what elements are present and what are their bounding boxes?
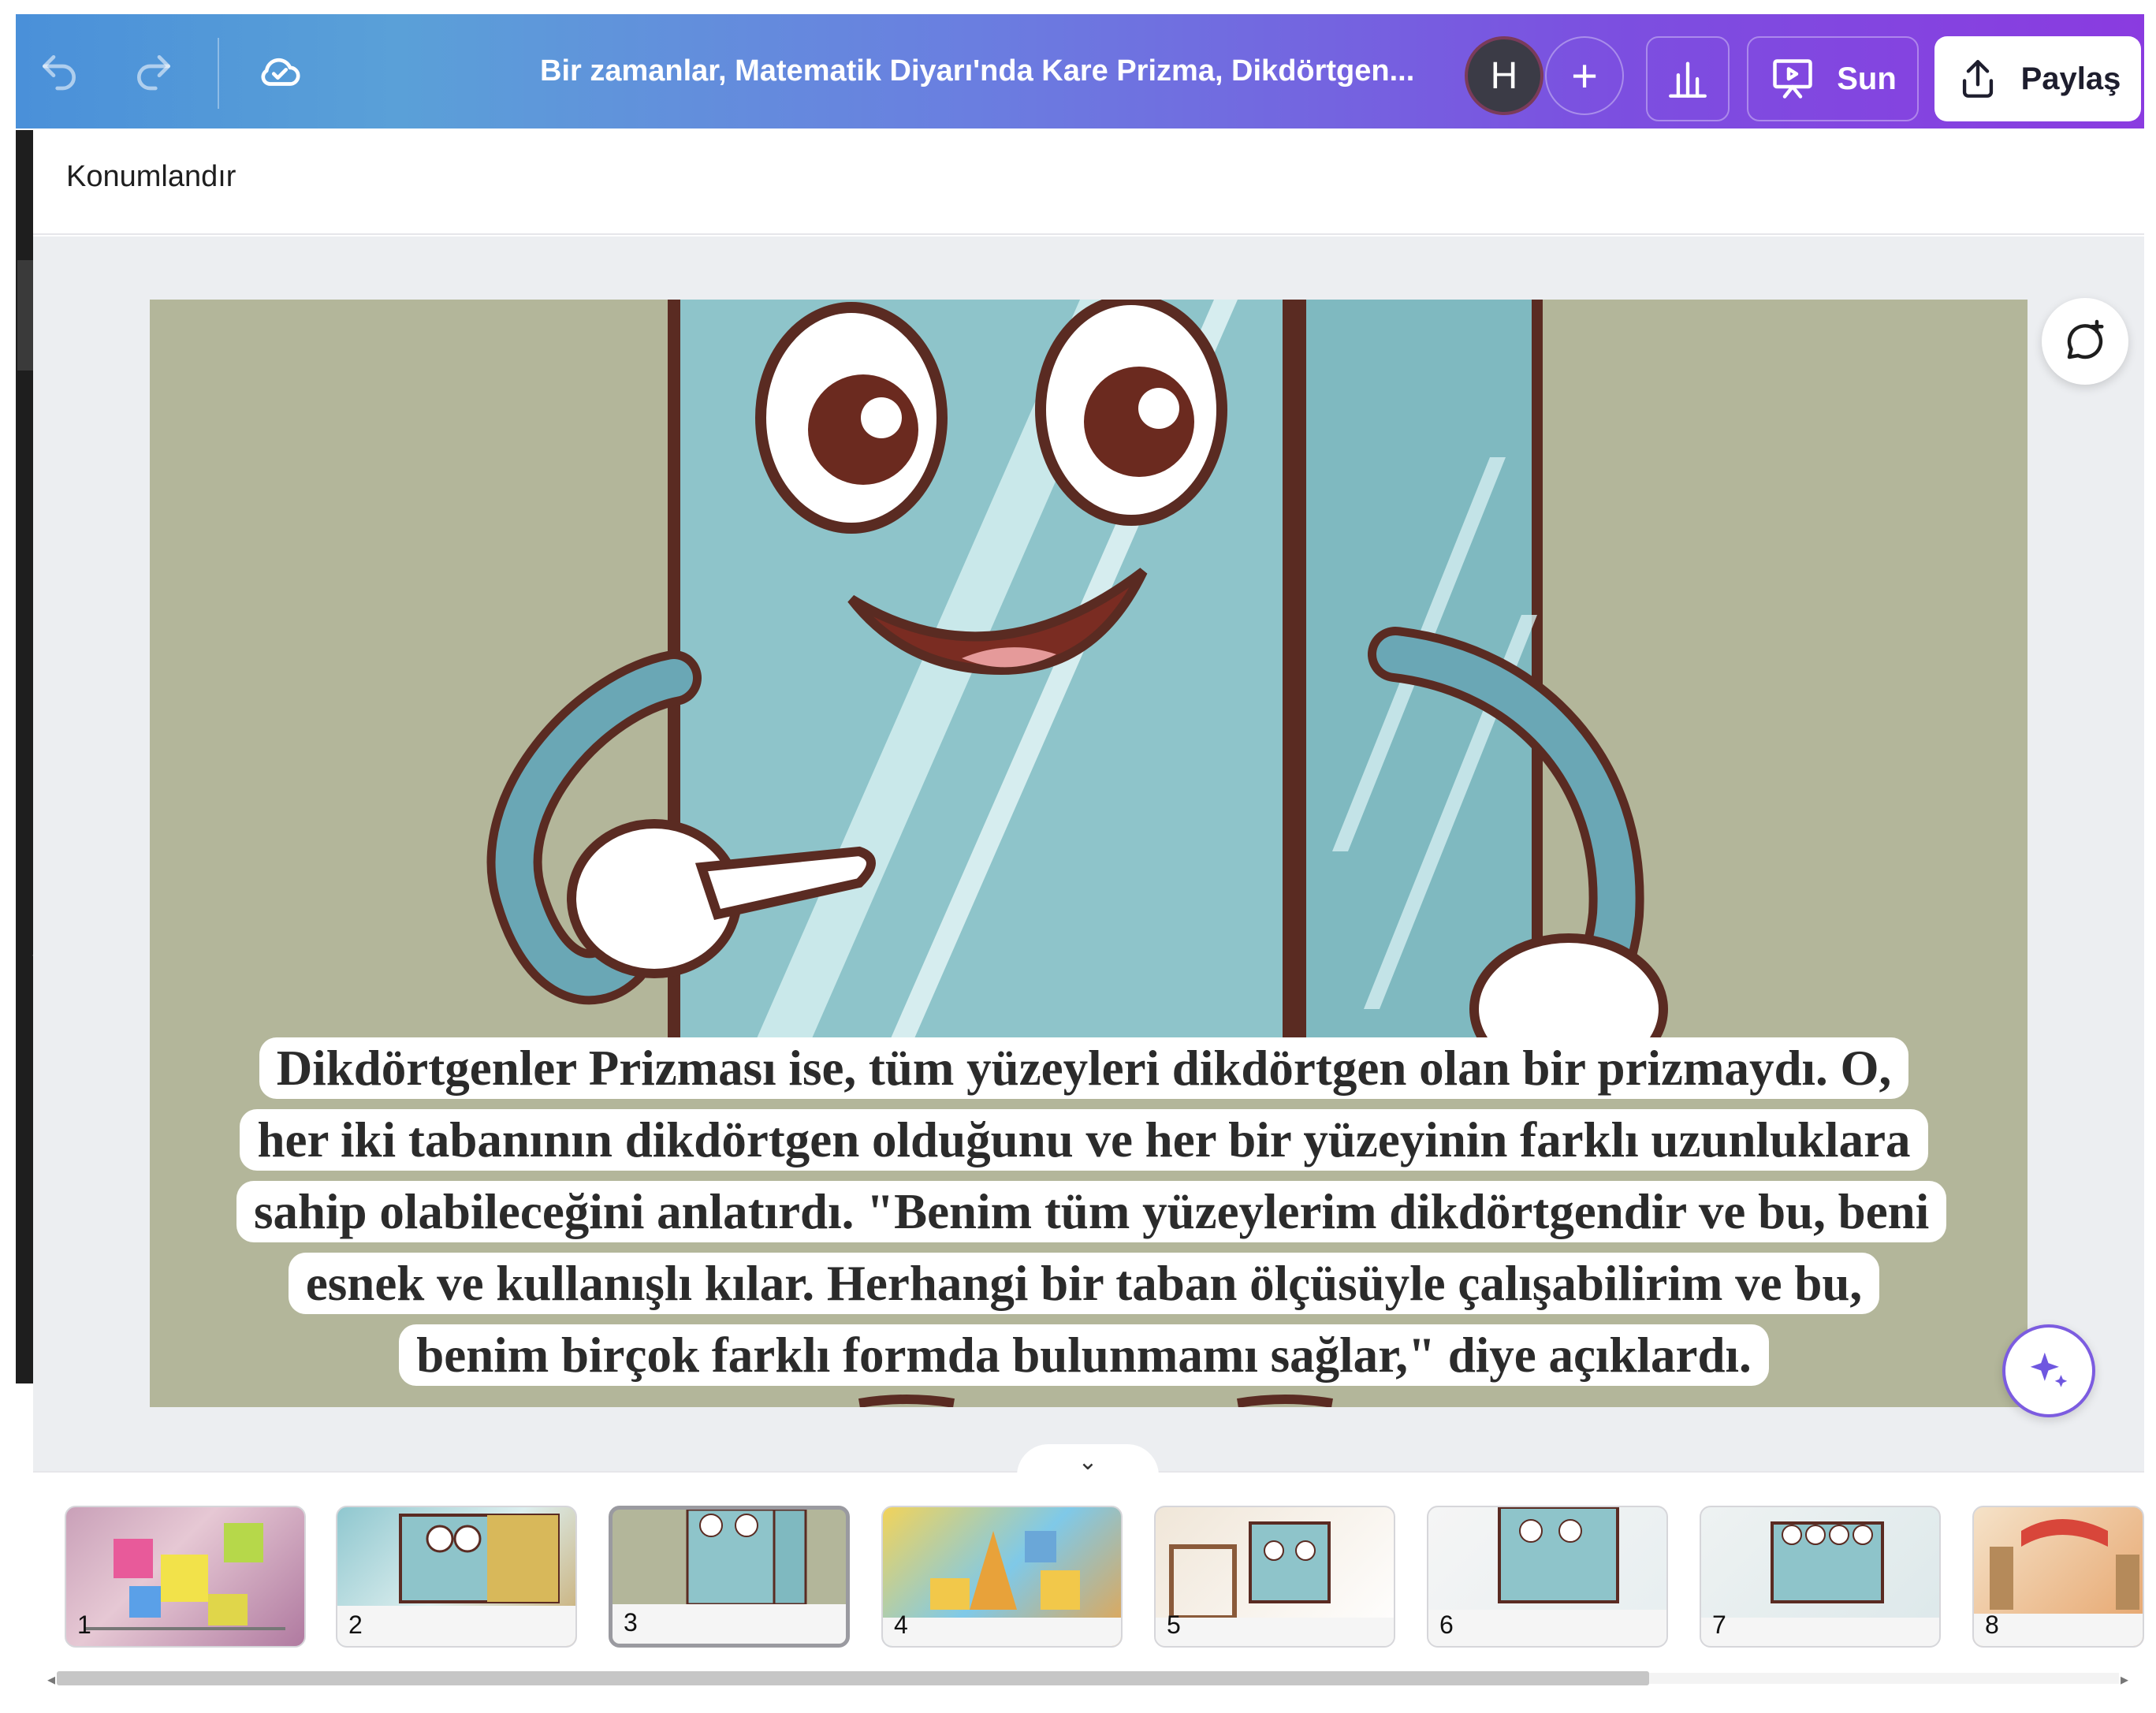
- add-comment-button[interactable]: [2042, 298, 2128, 385]
- bar-chart-icon: [1669, 61, 1707, 98]
- present-icon: [1773, 59, 1812, 99]
- redo-icon: [137, 55, 171, 91]
- add-collaborator-button[interactable]: +: [1545, 36, 1624, 115]
- present-label: Sun: [1837, 61, 1897, 96]
- thumbnail-image: [1156, 1521, 1394, 1646]
- scroll-left-icon[interactable]: ◂: [47, 1670, 55, 1689]
- page-number: 3: [624, 1608, 638, 1637]
- page-thumbnail-2[interactable]: 2: [336, 1506, 577, 1648]
- filmstrip-toggle-button[interactable]: ⌄: [1017, 1444, 1159, 1476]
- save-status-button[interactable]: [252, 44, 307, 99]
- magic-assistant-button[interactable]: [2002, 1324, 2095, 1417]
- plus-icon: +: [1571, 50, 1598, 102]
- comment-plus-icon: [2067, 319, 2104, 359]
- undo-icon: [43, 55, 76, 91]
- page-number: 7: [1712, 1611, 1726, 1639]
- redo-button[interactable]: [126, 44, 181, 99]
- thumbnail-image: [337, 1514, 575, 1646]
- page-number: 5: [1167, 1611, 1181, 1639]
- share-upload-icon: [1962, 60, 1993, 98]
- share-button[interactable]: Paylaş: [1934, 36, 2141, 121]
- page-thumbnail-6[interactable]: 6: [1427, 1506, 1668, 1648]
- thumbnail-text-line: [85, 1627, 285, 1630]
- share-label: Paylaş: [2020, 61, 2121, 96]
- cloud-check-icon: [261, 58, 300, 86]
- thumbnail-image: [1428, 1507, 1666, 1646]
- chevron-down-icon: ⌄: [1078, 1449, 1098, 1475]
- top-bar: Bir zamanlar, Matematik Diyarı'nda Kare …: [16, 14, 2144, 128]
- page-thumbnail-7[interactable]: 7: [1700, 1506, 1941, 1648]
- page-thumbnail-1[interactable]: 1: [65, 1506, 306, 1648]
- filmstrip-scrollbar[interactable]: ◂ ▸: [47, 1670, 2128, 1689]
- page-number: 6: [1439, 1611, 1454, 1639]
- scroll-right-icon[interactable]: ▸: [2121, 1670, 2128, 1689]
- insights-button[interactable]: [1646, 36, 1730, 121]
- page-thumbnail-4[interactable]: 4: [881, 1506, 1123, 1648]
- thumbnail-image: [613, 1510, 846, 1644]
- slide[interactable]: Dikdörtgenler Prizması ise, tüm yüzeyler…: [150, 300, 2028, 1407]
- page-number: 8: [1985, 1611, 1999, 1639]
- editor-canvas[interactable]: Dikdörtgenler Prizması ise, tüm yüzeyler…: [33, 236, 2144, 1471]
- caption-text: Dikdörtgenler Prizması ise, tüm yüzeyler…: [236, 1037, 1947, 1386]
- side-panel-scrollbar[interactable]: [17, 260, 33, 371]
- document-title[interactable]: Bir zamanlar, Matematik Diyarı'nda Kare …: [540, 14, 1414, 128]
- thumbnail-image: [883, 1531, 1121, 1646]
- thumbnail-image: [1701, 1521, 1939, 1646]
- avatar[interactable]: H: [1465, 36, 1543, 115]
- page-thumbnail-8[interactable]: 8: [1972, 1506, 2144, 1648]
- scrollbar-thumb[interactable]: [57, 1671, 1649, 1685]
- slide-caption[interactable]: Dikdörtgenler Prizması ise, tüm yüzeyler…: [236, 1033, 1947, 1391]
- page-thumbnail-5[interactable]: 5: [1154, 1506, 1395, 1648]
- page-number: 1: [77, 1611, 91, 1639]
- page-thumbnail-3[interactable]: 3: [609, 1506, 850, 1648]
- sparkle-icon: [2030, 1352, 2068, 1387]
- toolbar-divider: [218, 38, 219, 109]
- undo-button[interactable]: [32, 44, 87, 99]
- thumbnail-image: [1974, 1519, 2143, 1646]
- page-number: 4: [894, 1611, 908, 1639]
- context-toolbar: Konumlandır: [33, 128, 2144, 235]
- present-button[interactable]: Sun: [1747, 36, 1919, 121]
- left-edge: [0, 0, 33, 1713]
- page-number: 2: [348, 1611, 363, 1639]
- position-button[interactable]: Konumlandır: [66, 160, 236, 194]
- avatar-initial: H: [1490, 54, 1518, 97]
